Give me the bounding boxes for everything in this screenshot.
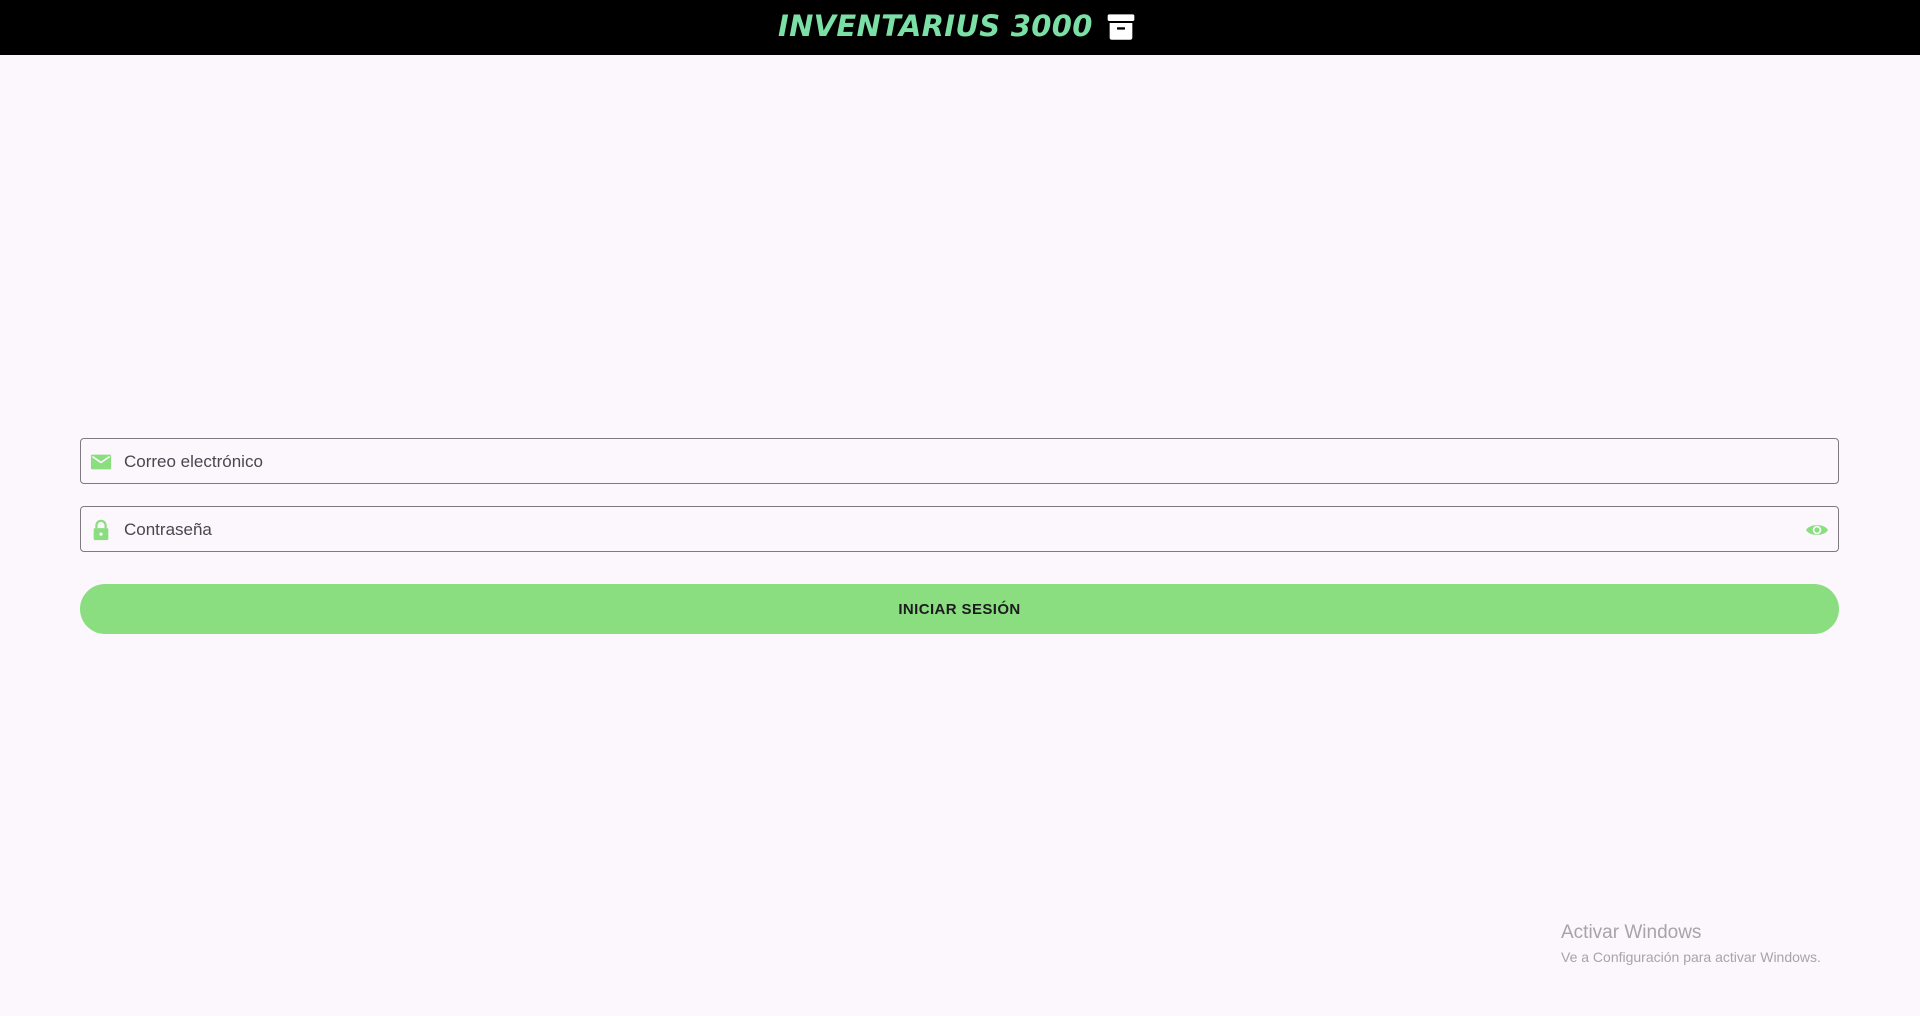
password-label: Contraseña	[124, 520, 212, 539]
email-label: Correo electrónico	[124, 452, 263, 471]
password-field[interactable]: Contraseña	[80, 506, 1839, 552]
eye-icon[interactable]	[1804, 518, 1830, 542]
mail-icon	[90, 454, 112, 470]
login-button[interactable]: INICIAR SESIÓN	[80, 584, 1839, 634]
app-header: INVENTARIUS 3000	[0, 0, 1920, 55]
archive-box-icon[interactable]	[1105, 11, 1137, 43]
app-title: INVENTARIUS 3000	[778, 9, 1093, 43]
watermark-subtitle: Ve a Configuración para activar Windows.	[1561, 949, 1821, 965]
watermark-title: Activar Windows	[1561, 922, 1702, 943]
lock-icon	[93, 519, 109, 541]
windows-activation-watermark: Activar Windows Ve a Configuración para …	[1561, 921, 1821, 967]
email-field[interactable]: Correo electrónico	[80, 438, 1839, 484]
